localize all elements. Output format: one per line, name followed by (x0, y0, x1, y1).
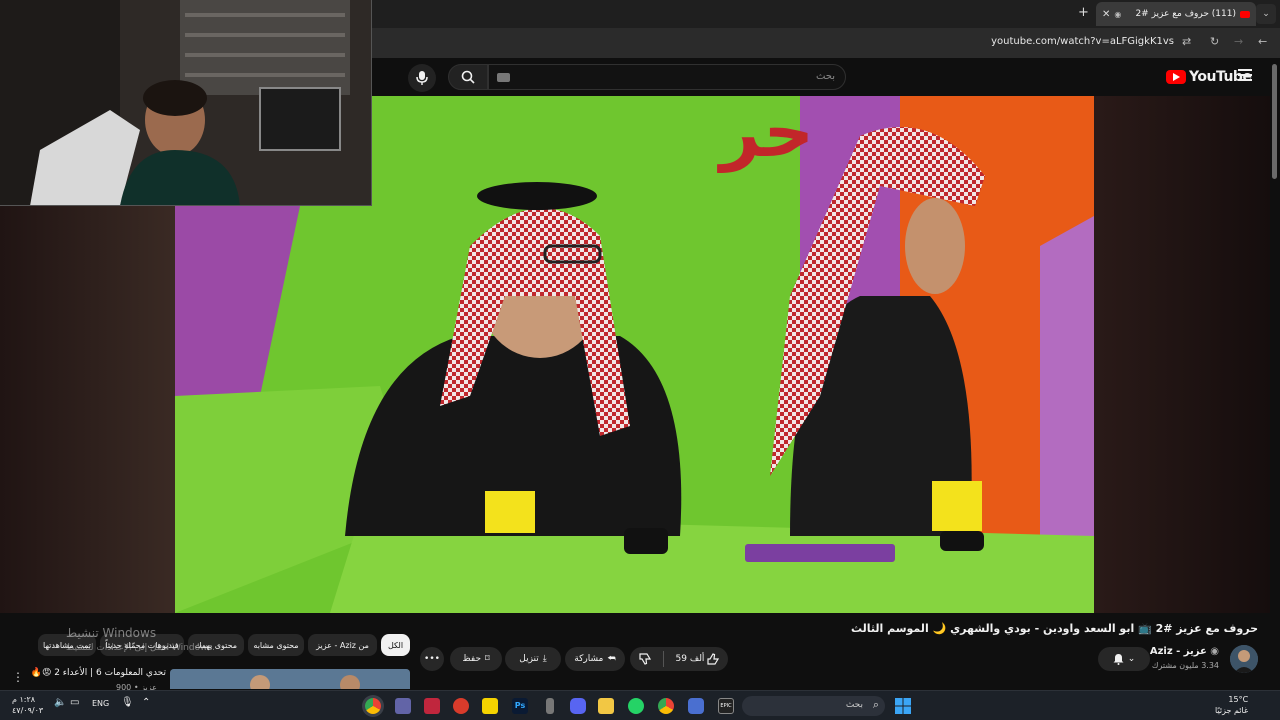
taskbar-search-placeholder: بحث (845, 700, 863, 710)
tray-overflow-icon[interactable]: ⌃ (142, 697, 150, 708)
save-label: حفظ (462, 654, 482, 664)
notification-bell-button[interactable]: ⌄ (1098, 647, 1150, 671)
chrome-active-icon[interactable] (365, 698, 381, 714)
download-label: تنزيل (519, 654, 539, 664)
dislike-icon (638, 653, 651, 665)
chrome-icon[interactable] (658, 698, 674, 714)
screen: + (111) حروف مع عزيز #2 ◉ ✕ ⌄ ← → ↻ ⇄ yo… (0, 0, 1280, 720)
url-field[interactable]: youtube.com/watch?v=aLFGigkK1vs (991, 36, 1174, 47)
new-tab-button[interactable]: + (1078, 5, 1089, 20)
mouse-app-icon[interactable] (546, 698, 554, 714)
windows-activation-watermark: تنشيط Windows (66, 626, 157, 640)
chevron-down-icon: ⌄ (1127, 654, 1136, 664)
like-divider (662, 651, 664, 667)
system-clock[interactable]: ١:٢٨ م ٤٧/٠٩/٠٣ (12, 694, 43, 716)
share-icon: ⮪ (607, 654, 616, 664)
verified-icon: ◉ (1206, 646, 1219, 657)
microphone-tray-icon[interactable]: 🎙 (121, 697, 134, 708)
more-actions-button[interactable]: ••• (420, 647, 444, 671)
browser-tab-youtube[interactable]: (111) حروف مع عزيز #2 ◉ ✕ (1096, 2, 1256, 26)
forward-icon[interactable]: → (1234, 35, 1243, 48)
like-dislike-group: 59 ألف (630, 647, 728, 671)
menu-icon[interactable] (1238, 69, 1252, 84)
download-button[interactable]: تنزيل ⤓ (505, 647, 561, 671)
teams-icon[interactable] (395, 698, 411, 714)
volume-icon[interactable]: 🔈 (54, 697, 66, 708)
youtube-favicon-icon (1240, 10, 1250, 18)
thumbnail-image (170, 669, 410, 689)
chip-from-channel[interactable]: من Aziz - عزيز (308, 634, 377, 656)
back-icon[interactable]: ← (1258, 35, 1267, 48)
share-label: مشاركة (574, 654, 604, 664)
like-icon (707, 653, 720, 665)
channel-name-text: عزيز - Aziz (1149, 646, 1207, 657)
epic-games-icon[interactable]: EPIC (718, 698, 734, 714)
page-scrollbar[interactable] (1270, 58, 1280, 688)
avatar-image (1230, 645, 1258, 673)
scrollbar-thumb[interactable] (1272, 64, 1277, 179)
taskbar-search-box[interactable]: ⌕ بحث (742, 696, 885, 716)
related-video-title[interactable]: تحدي المعلومات 6 | الأعداء 2 😡🔥 (31, 668, 166, 678)
app-red-icon[interactable] (453, 698, 469, 714)
windows-logo-icon (895, 698, 911, 714)
discord-icon[interactable] (570, 698, 586, 714)
save-button[interactable]: حفظ ⌑ (450, 647, 502, 671)
windows-taskbar: ⌕ بحث EPIC Ps (0, 690, 1280, 720)
bell-icon (1113, 654, 1124, 665)
snipping-tool-icon[interactable] (688, 698, 704, 714)
sticky-notes-icon[interactable] (482, 698, 498, 714)
channel-avatar[interactable] (1230, 645, 1258, 673)
bookmark-icon: ⌑ (485, 654, 490, 664)
download-icon: ⤓ (542, 654, 547, 664)
weather-text: غائم جزئيًا (1215, 706, 1249, 715)
display-icon[interactable]: ▭ (70, 697, 79, 708)
chip-all[interactable]: الكل (381, 634, 410, 656)
file-explorer-icon[interactable] (598, 698, 614, 714)
search-icon (461, 70, 475, 84)
start-button[interactable] (895, 698, 911, 714)
audio-playing-icon[interactable]: ◉ (1114, 10, 1121, 19)
keyboard-icon[interactable] (497, 73, 510, 82)
dislike-button[interactable] (631, 647, 659, 671)
youtube-play-icon (1166, 70, 1186, 84)
whatsapp-icon[interactable] (628, 698, 644, 714)
share-button[interactable]: مشاركة ⮪ (565, 647, 625, 671)
microphone-icon (416, 71, 428, 85)
search-input[interactable]: بحث (488, 64, 846, 90)
taskbar-search-icon: ⌕ (872, 698, 879, 711)
windows-activation-subtext: انتقل إلى الإعدادات لتنشيط Windows. (66, 643, 215, 653)
weather-widget[interactable]: 15°C غائم جزئيًا (1215, 694, 1248, 716)
more-icon: ••• (424, 654, 440, 664)
site-settings-icon[interactable]: ⇄ (1182, 35, 1191, 48)
acrobat-icon[interactable] (424, 698, 440, 714)
clock-time: ١:٢٨ م (12, 695, 36, 704)
tab-title: (111) حروف مع عزيز #2 (1135, 9, 1236, 19)
like-button[interactable]: 59 ألف (668, 647, 728, 671)
webcam-feed (0, 0, 371, 205)
clock-date: ٤٧/٠٩/٠٣ (12, 706, 44, 715)
photoshop-icon[interactable]: Ps (512, 698, 528, 714)
reload-icon[interactable]: ↻ (1210, 35, 1219, 48)
related-video-thumbnail[interactable] (170, 669, 410, 689)
svg-text:حر: حر (717, 96, 814, 173)
search-placeholder: بحث (815, 71, 835, 82)
related-more-icon[interactable]: ⋮ (12, 670, 24, 684)
like-count: 59 ألف (675, 654, 705, 664)
temperature: 15°C (1228, 695, 1249, 704)
webcam-overlay (0, 0, 372, 206)
voice-search-button[interactable] (408, 64, 436, 92)
video-title: حروف مع عزيز #2 📺 ابو السعد واودين - بود… (850, 622, 1258, 635)
channel-name[interactable]: ◉ عزيز - Aziz (1150, 646, 1219, 657)
tab-search-button[interactable]: ⌄ (1256, 4, 1276, 24)
chip-related[interactable]: محتوى مشابه (248, 634, 304, 656)
subscriber-count: 3.34 مليون مشترك (1151, 661, 1219, 670)
input-language[interactable]: ENG (92, 699, 109, 708)
close-tab-icon[interactable]: ✕ (1102, 9, 1110, 20)
search-button[interactable] (448, 64, 488, 90)
